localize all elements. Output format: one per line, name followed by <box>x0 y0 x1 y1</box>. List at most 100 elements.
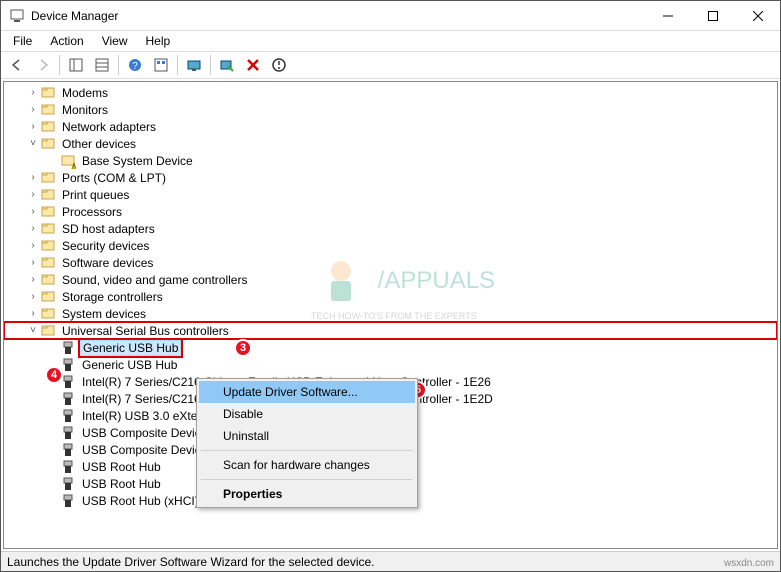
tree-category[interactable]: › Sound, video and game controllers <box>4 271 777 288</box>
context-menu-separator <box>201 450 413 451</box>
device-label: USB Composite Device <box>80 443 209 457</box>
tree-category[interactable]: › Software devices <box>4 254 777 271</box>
device-icon <box>60 357 76 373</box>
tree-item[interactable]: !Base System Device <box>4 152 777 169</box>
context-menu-properties[interactable]: Properties <box>199 483 415 505</box>
tree-category[interactable]: ›Processors <box>4 203 777 220</box>
device-icon <box>60 459 76 475</box>
back-button[interactable] <box>5 53 29 77</box>
expand-collapse-icon[interactable]: › <box>26 87 40 98</box>
tree-category[interactable]: › Ports (COM & LPT) <box>4 169 777 186</box>
category-label: Storage controllers <box>60 290 165 304</box>
context-menu-separator <box>201 479 413 480</box>
context-menu-scan[interactable]: Scan for hardware changes <box>199 454 415 476</box>
toolbar-separator <box>210 55 211 75</box>
properties-button[interactable] <box>90 53 114 77</box>
expand-collapse-icon[interactable]: › <box>26 240 40 251</box>
tree-item[interactable]: Generic USB Hub <box>4 339 777 356</box>
titlebar: Device Manager <box>1 1 780 31</box>
expand-collapse-icon[interactable]: › <box>26 104 40 115</box>
forward-button[interactable] <box>31 53 55 77</box>
category-label: Print queues <box>60 188 131 202</box>
tree-category[interactable]: ˅Other devices <box>4 135 777 152</box>
category-label: Universal Serial Bus controllers <box>60 324 231 338</box>
category-icon <box>40 306 56 322</box>
menu-view[interactable]: View <box>94 32 136 50</box>
maximize-button[interactable] <box>690 1 735 30</box>
device-label: USB Composite Device <box>80 426 209 440</box>
category-label: Monitors <box>60 103 110 117</box>
expand-collapse-icon[interactable]: ˅ <box>26 325 40 336</box>
menu-file[interactable]: File <box>5 32 40 50</box>
expand-collapse-icon[interactable]: › <box>26 257 40 268</box>
expand-collapse-icon[interactable]: › <box>26 223 40 234</box>
tree-category[interactable]: › SD host adapters <box>4 220 777 237</box>
device-label: USB Root Hub <box>80 460 163 474</box>
toolbar-separator <box>59 55 60 75</box>
svg-text:?: ? <box>132 61 138 72</box>
category-icon <box>40 289 56 305</box>
expand-collapse-icon[interactable]: › <box>26 121 40 132</box>
category-icon <box>40 119 56 135</box>
device-icon <box>60 408 76 424</box>
menu-action[interactable]: Action <box>42 32 91 50</box>
category-label: System devices <box>60 307 148 321</box>
watermark-site: wsxdn.com <box>724 558 774 569</box>
tree-category[interactable]: ˅ Universal Serial Bus controllers <box>4 322 777 339</box>
category-label: Modems <box>60 86 110 100</box>
device-label: USB Root Hub <box>80 477 163 491</box>
device-icon <box>60 425 76 441</box>
disable-button[interactable] <box>267 53 291 77</box>
tree-category[interactable]: ›Network adapters <box>4 118 777 135</box>
close-button[interactable] <box>735 1 780 30</box>
statusbar-text: Launches the Update Driver Software Wiza… <box>7 555 375 569</box>
category-label: SD host adapters <box>60 222 157 236</box>
update-driver-button[interactable] <box>182 53 206 77</box>
category-label: Software devices <box>60 256 155 270</box>
window-title: Device Manager <box>31 9 645 23</box>
category-icon <box>40 221 56 237</box>
context-menu-disable[interactable]: Disable <box>199 403 415 425</box>
tree-category[interactable]: › Print queues <box>4 186 777 203</box>
tree-category[interactable]: › Modems <box>4 84 777 101</box>
expand-collapse-icon[interactable]: › <box>26 189 40 200</box>
category-label: Ports (COM & LPT) <box>60 171 168 185</box>
tree-item[interactable]: Generic USB Hub <box>4 356 777 373</box>
category-icon <box>40 85 56 101</box>
expand-collapse-icon[interactable]: › <box>26 291 40 302</box>
category-icon <box>40 187 56 203</box>
expand-collapse-icon[interactable]: › <box>26 274 40 285</box>
tree-category[interactable]: › Security devices <box>4 237 777 254</box>
show-hide-console-tree-button[interactable] <box>64 53 88 77</box>
menu-help[interactable]: Help <box>138 32 179 50</box>
help-button[interactable]: ? <box>123 53 147 77</box>
tree-category[interactable]: › System devices <box>4 305 777 322</box>
expand-collapse-icon[interactable]: ˅ <box>26 138 40 149</box>
device-icon: ! <box>60 153 76 169</box>
category-icon <box>40 170 56 186</box>
minimize-button[interactable] <box>645 1 690 30</box>
category-label: Sound, video and game controllers <box>60 273 249 287</box>
context-menu-uninstall[interactable]: Uninstall <box>199 425 415 447</box>
device-label: USB Root Hub (xHCI) <box>80 494 201 508</box>
context-menu-update-driver[interactable]: Update Driver Software... <box>199 381 415 403</box>
device-label: Generic USB Hub <box>80 340 181 356</box>
device-icon <box>60 340 76 356</box>
list-view-button[interactable] <box>149 53 173 77</box>
statusbar: Launches the Update Driver Software Wiza… <box>1 551 780 571</box>
scan-hardware-button[interactable] <box>215 53 239 77</box>
tree-category[interactable]: › Storage controllers <box>4 288 777 305</box>
tree-category[interactable]: › Monitors <box>4 101 777 118</box>
expand-collapse-icon[interactable]: › <box>26 172 40 183</box>
category-label: Security devices <box>60 239 151 253</box>
device-icon <box>60 391 76 407</box>
category-icon <box>40 136 56 152</box>
category-icon <box>40 272 56 288</box>
device-icon <box>60 493 76 509</box>
device-label: Generic USB Hub <box>80 358 179 372</box>
expand-collapse-icon[interactable]: › <box>26 206 40 217</box>
category-icon <box>40 323 56 339</box>
uninstall-button[interactable] <box>241 53 265 77</box>
category-icon <box>40 102 56 118</box>
expand-collapse-icon[interactable]: › <box>26 308 40 319</box>
